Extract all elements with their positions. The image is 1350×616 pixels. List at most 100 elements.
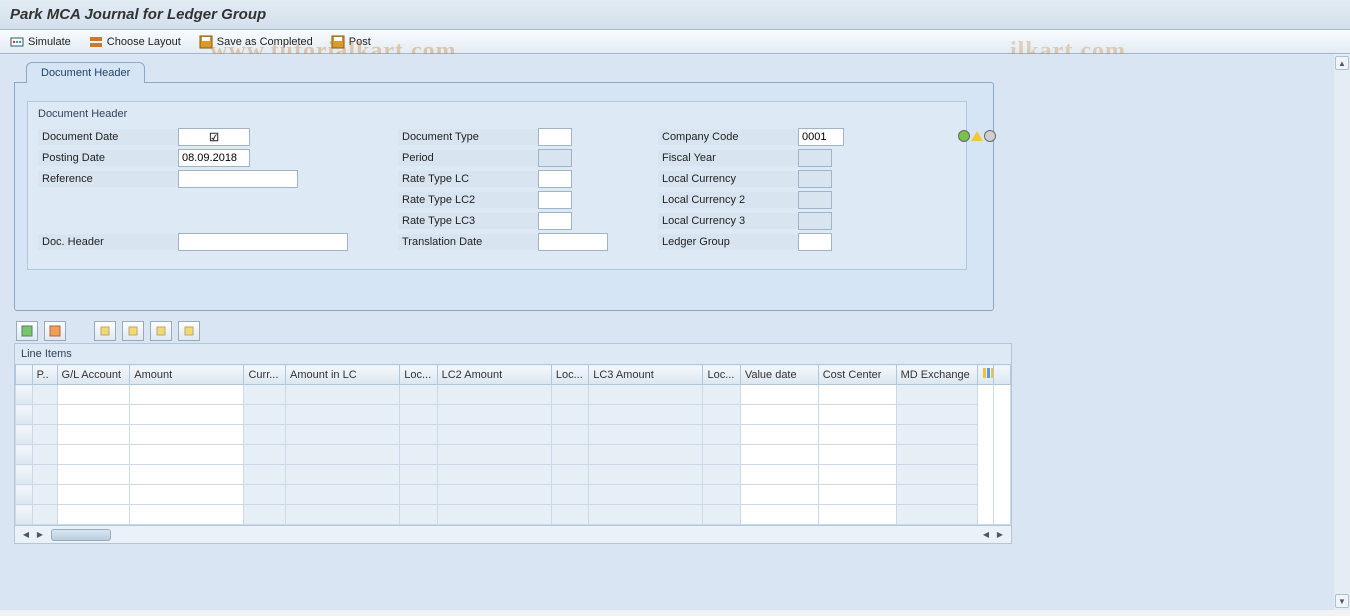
table-row[interactable]	[16, 445, 1011, 465]
lbl-translation-date: Translation Date	[398, 234, 538, 250]
tab-document-header[interactable]: Document Header	[26, 62, 145, 83]
local-currency3-field	[798, 212, 832, 230]
lbl-rate-lc2: Rate Type LC2	[398, 192, 538, 208]
scroll-up-icon[interactable]: ▲	[1335, 56, 1349, 70]
page-title: Park MCA Journal for Ledger Group	[10, 6, 1340, 23]
save-completed-label: Save as Completed	[217, 36, 313, 48]
lbl-period: Period	[398, 150, 538, 166]
document-date-field[interactable]	[178, 128, 250, 146]
table-row[interactable]	[16, 465, 1011, 485]
col-value-date[interactable]: Value date	[740, 365, 818, 385]
tool-btn-3[interactable]	[150, 321, 172, 341]
table-row[interactable]	[16, 425, 1011, 445]
lbl-rate-lc3: Rate Type LC3	[398, 213, 538, 229]
rate-lc-field[interactable]	[538, 170, 572, 188]
row-selector-header[interactable]	[16, 365, 33, 385]
hscroll-left-icon[interactable]: ◀	[19, 528, 33, 542]
post-label: Post	[349, 36, 371, 48]
doc-header-field[interactable]	[178, 233, 348, 251]
fiscal-year-field	[798, 149, 832, 167]
group-title: Document Header	[38, 108, 956, 120]
col-gl-account[interactable]: G/L Account	[57, 365, 130, 385]
hscroll-thumb[interactable]	[51, 529, 111, 541]
status-traffic-light	[958, 130, 996, 142]
vertical-scrollbar[interactable]: ▲ ▼	[1334, 54, 1350, 610]
rate-lc3-field[interactable]	[538, 212, 572, 230]
lbl-fiscal-year: Fiscal Year	[658, 150, 798, 166]
simulate-button[interactable]: Simulate	[10, 35, 71, 49]
company-code-field[interactable]	[798, 128, 844, 146]
table-row[interactable]	[16, 405, 1011, 425]
choose-layout-button[interactable]: Choose Layout	[89, 35, 181, 49]
lbl-local-currency: Local Currency	[658, 171, 798, 187]
lbl-posting-date: Posting Date	[38, 150, 178, 166]
status-gray-icon	[984, 130, 996, 142]
rate-lc2-field[interactable]	[538, 191, 572, 209]
ledger-group-field[interactable]	[798, 233, 832, 251]
table-vscroll-header	[994, 365, 1011, 385]
app-toolbar: Simulate Choose Layout Save as Completed…	[0, 30, 1350, 54]
insert-row-button[interactable]	[16, 321, 38, 341]
local-currency2-field	[798, 191, 832, 209]
hscroll-right-icon[interactable]: ▶	[33, 528, 47, 542]
table-header-row: P.. G/L Account Amount Curr... Amount in…	[16, 365, 1011, 385]
col-currency[interactable]: Curr...	[244, 365, 286, 385]
lbl-ledger-group: Ledger Group	[658, 234, 798, 250]
lbl-reference: Reference	[38, 171, 178, 187]
table-config-button[interactable]	[977, 365, 994, 385]
lbl-rate-lc: Rate Type LC	[398, 171, 538, 187]
simulate-label: Simulate	[28, 36, 71, 48]
col-amount[interactable]: Amount	[130, 365, 244, 385]
col-loc3[interactable]: Loc...	[703, 365, 740, 385]
period-field	[538, 149, 572, 167]
hscroll-left2-icon[interactable]: ◀	[979, 528, 993, 542]
translation-date-field[interactable]	[538, 233, 608, 251]
line-items-panel: Line Items P.. G/L Account Amount Curr..…	[14, 343, 1012, 544]
lbl-document-type: Document Type	[398, 129, 538, 145]
table-row[interactable]	[16, 505, 1011, 525]
tool-btn-2[interactable]	[122, 321, 144, 341]
post-icon	[331, 35, 345, 49]
col-loc1[interactable]: Loc...	[400, 365, 437, 385]
posting-date-field[interactable]	[178, 149, 250, 167]
title-bar: Park MCA Journal for Ledger Group	[0, 0, 1350, 30]
tab-body: Document Header Document Date Document T…	[14, 82, 994, 311]
lbl-local-currency3: Local Currency 3	[658, 213, 798, 229]
table-row[interactable]	[16, 485, 1011, 505]
lbl-document-date: Document Date	[38, 129, 178, 145]
content-area: ▲ ▼ Document Header Document Header Docu…	[0, 54, 1350, 610]
lbl-local-currency2: Local Currency 2	[658, 192, 798, 208]
post-button[interactable]: Post	[331, 35, 371, 49]
col-md-exchange[interactable]: MD Exchange	[896, 365, 977, 385]
col-amount-lc[interactable]: Amount in LC	[286, 365, 400, 385]
tool-btn-1[interactable]	[94, 321, 116, 341]
lbl-doc-header: Doc. Header	[38, 234, 178, 250]
lbl-company-code: Company Code	[658, 129, 798, 145]
status-yellow-icon	[971, 131, 983, 141]
local-currency-field	[798, 170, 832, 188]
status-green-icon	[958, 130, 970, 142]
group-document-header: Document Header Document Date Document T…	[27, 101, 967, 270]
col-p[interactable]: P..	[32, 365, 57, 385]
table-row[interactable]	[16, 385, 1011, 405]
choose-layout-label: Choose Layout	[107, 36, 181, 48]
delete-row-button[interactable]	[44, 321, 66, 341]
col-lc2-amount[interactable]: LC2 Amount	[437, 365, 551, 385]
simulate-icon	[10, 35, 24, 49]
save-completed-button[interactable]: Save as Completed	[199, 35, 313, 49]
line-items-title: Line Items	[15, 344, 1011, 364]
document-type-field[interactable]	[538, 128, 572, 146]
tab-strip: Document Header	[26, 62, 1336, 83]
hscroll-right2-icon[interactable]: ▶	[993, 528, 1007, 542]
save-icon	[199, 35, 213, 49]
reference-field[interactable]	[178, 170, 298, 188]
col-lc3-amount[interactable]: LC3 Amount	[589, 365, 703, 385]
col-loc2[interactable]: Loc...	[551, 365, 588, 385]
table-hscrollbar[interactable]: ◀ ▶ ◀ ▶	[15, 525, 1011, 543]
col-cost-center[interactable]: Cost Center	[818, 365, 896, 385]
scroll-down-icon[interactable]: ▼	[1335, 594, 1349, 608]
tool-btn-4[interactable]	[178, 321, 200, 341]
table-vscroll[interactable]	[977, 385, 994, 525]
layout-icon	[89, 35, 103, 49]
line-items-table[interactable]: P.. G/L Account Amount Curr... Amount in…	[15, 364, 1011, 525]
